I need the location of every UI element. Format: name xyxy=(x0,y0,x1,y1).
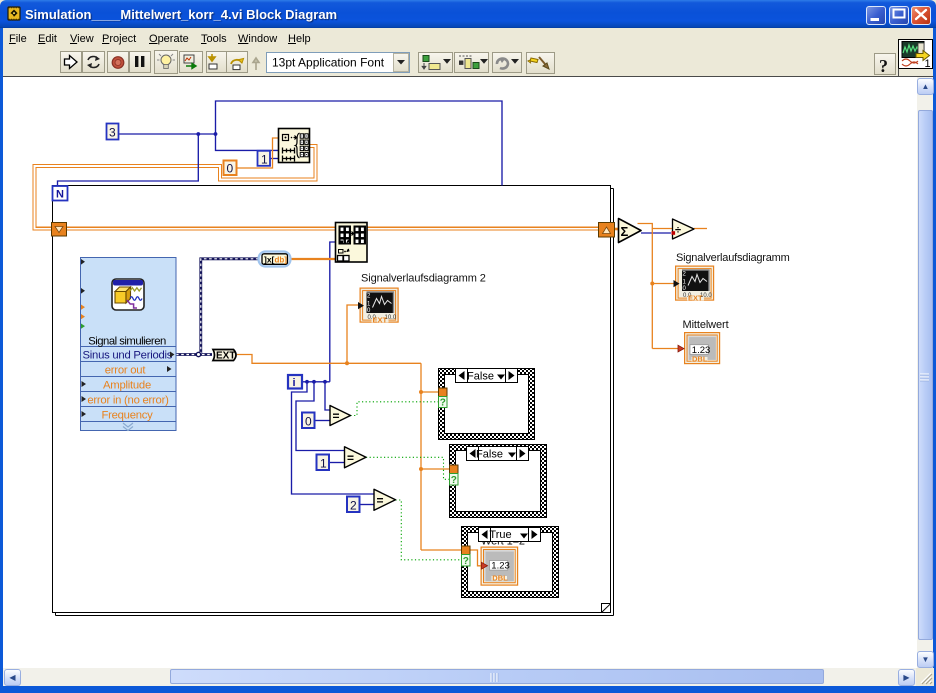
svg-text:1: 1 xyxy=(925,58,931,70)
svg-text:13pt Application Font: 13pt Application Font xyxy=(272,56,385,70)
svg-text:?: ? xyxy=(879,56,888,76)
